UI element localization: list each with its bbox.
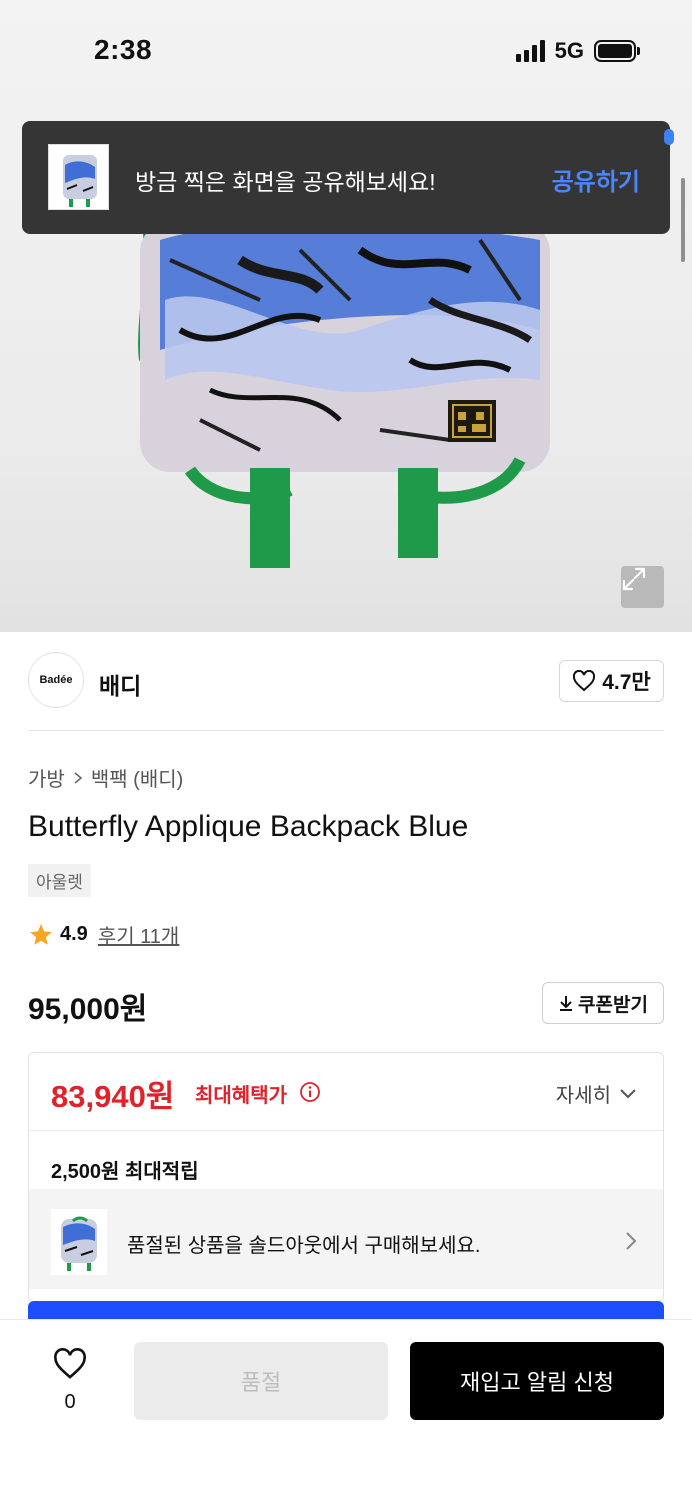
backpack-thumbnail [61, 1216, 97, 1271]
restock-alert-button[interactable]: 재입고 알림 신청 [410, 1342, 664, 1420]
status-bar: 2:38 5G [0, 0, 692, 100]
chevron-right-icon [74, 771, 83, 784]
battery-icon [594, 40, 640, 62]
brand-logo[interactable]: Badée [28, 652, 84, 708]
brand-name[interactable]: 배디 [99, 667, 141, 701]
signal-icon [515, 40, 545, 62]
blue-banner-edge[interactable] [28, 1301, 664, 1321]
share-toast: 방금 찍은 화면을 공유해보세요! 공유하기 [22, 121, 674, 234]
heart-icon [573, 670, 596, 692]
max-benefit-row[interactable]: 83,940원 최대혜택가 자세히 [29, 1053, 663, 1131]
toast-message: 방금 찍은 화면을 공유해보세요! [135, 169, 436, 195]
soldout-promo-text: 품절된 상품을 솔드아웃에서 구매해보세요. [127, 1235, 481, 1257]
star-icon [30, 923, 52, 945]
heart-icon [54, 1348, 86, 1379]
screenshot-thumbnail[interactable] [48, 144, 109, 210]
coupon-label: 쿠폰받기 [578, 994, 648, 1016]
detail-toggle[interactable]: 자세히 [556, 1079, 637, 1108]
thumbnail-image [63, 155, 97, 207]
coupon-button[interactable]: 쿠폰받기 [542, 982, 664, 1024]
chevron-right-icon [626, 1232, 637, 1250]
brand-row: Badée 배디 4.7만 [28, 652, 664, 710]
breadcrumb-category[interactable]: 가방 [28, 763, 65, 792]
wishlist-button[interactable]: 0 [50, 1348, 90, 1414]
breadcrumb-subcategory[interactable]: 백팩 (배디) [91, 763, 183, 792]
rating-score: 4.9 [60, 923, 88, 945]
review-count-link[interactable]: 후기 11개 [98, 920, 180, 949]
rating-row: 4.9 후기 11개 [28, 920, 179, 949]
share-button[interactable]: 공유하기 [552, 162, 640, 197]
detail-label: 자세히 [555, 1085, 611, 1107]
brand-like-button[interactable]: 4.7만 [559, 660, 664, 702]
bottom-action-bar: 0 품절 재입고 알림 신청 [0, 1319, 692, 1500]
notification-dot [664, 129, 674, 145]
breadcrumb: 가방 백팩 (배디) [28, 763, 183, 792]
like-count: 4.7만 [602, 671, 651, 694]
info-icon[interactable] [299, 1081, 321, 1103]
product-title: Butterfly Applique Backpack Blue [28, 810, 469, 843]
expand-icon [622, 567, 646, 591]
outlet-badge: 아울렛 [28, 864, 91, 897]
status-time: 2:38 [94, 34, 153, 65]
page-scrollbar[interactable] [681, 178, 685, 262]
product-price: 95,000원 [28, 993, 148, 1026]
soldout-promo-row[interactable]: 품절된 상품을 솔드아웃에서 구매해보세요. [29, 1189, 663, 1289]
brand-logo-text: Badée [39, 674, 73, 686]
network-label: 5G [554, 38, 584, 63]
points-info: 2,500원 최대적립 [51, 1161, 199, 1183]
download-icon [560, 996, 573, 1011]
chevron-down-icon [620, 1088, 636, 1098]
max-benefit-price: 83,940원 [51, 1079, 175, 1114]
wishlist-count: 0 [64, 1391, 76, 1413]
divider [28, 730, 664, 731]
expand-image-button[interactable] [621, 566, 664, 608]
status-indicators: 5G [515, 38, 640, 64]
benefit-card: 83,940원 최대혜택가 자세히 2,500원 최대적립 품절된 상품을 솔드… [28, 1052, 664, 1302]
soldout-button: 품절 [134, 1342, 388, 1420]
max-benefit-label: 최대혜택가 [195, 1085, 287, 1107]
soldout-thumbnail [51, 1209, 107, 1275]
